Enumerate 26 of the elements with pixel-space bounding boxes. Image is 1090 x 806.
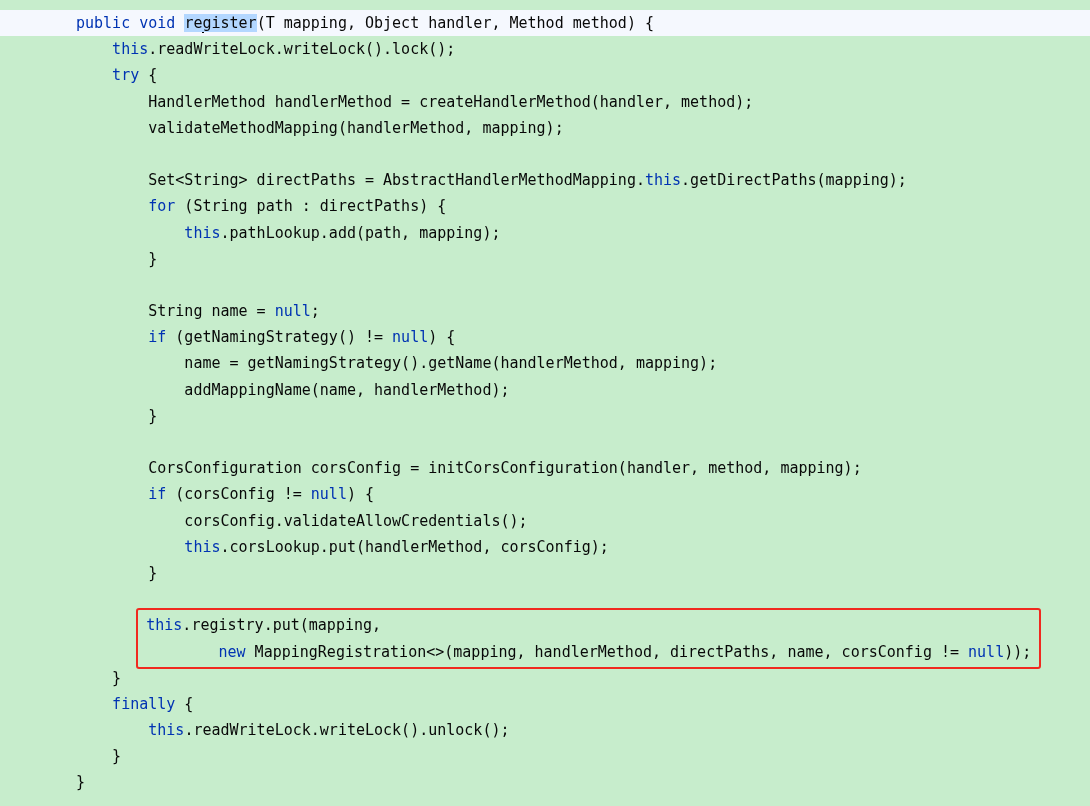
code-line: try { (111, 65, 158, 87)
code-line: for (String path : directPaths) { (147, 196, 447, 218)
code-line: if (getNamingStrategy() != null) { (147, 327, 456, 349)
code-line: finally { (111, 693, 194, 715)
code-line: CorsConfiguration corsConfig = initCorsConfiguration(handler, method, mapping); (147, 458, 862, 480)
code-line: } (147, 562, 158, 584)
code-line: this.readWriteLock.writeLock().lock(); (111, 39, 456, 61)
code-line: addMappingName(name, handlerMethod); (183, 379, 510, 401)
code-line: validateMethodMapping(handlerMethod, mapping); (147, 117, 564, 139)
code-line: this.corsLookup.put(handlerMethod, corsConfig); (183, 536, 609, 558)
code-line: public void register(T mapping, Object handler, Method method) { (76, 13, 654, 35)
code-line: } (111, 667, 122, 689)
code-line: name = getNamingStrategy().getName(handlerMethod, mapping); (183, 353, 718, 375)
code-line: if (corsConfig != null) { (147, 484, 375, 506)
code-line: this.readWriteLock.writeLock().unlock(); (147, 720, 510, 742)
code-line: this.pathLookup.add(path, mapping); (183, 222, 501, 244)
code-line: Set<String> directPaths = AbstractHandlerMethodMapping.this.getDirectPaths(mapping); (147, 170, 907, 192)
code-line: this.registry.put(mapping, (146, 615, 382, 637)
code-line: HandlerMethod handlerMethod = createHandlerMethod(handler, method); (147, 91, 754, 113)
code-line: } (76, 772, 86, 794)
code-line: String name = null; (147, 301, 320, 323)
code-line: } (147, 405, 158, 427)
code-line: } (147, 248, 158, 270)
code-line: new MappingRegistration<>(mapping, handlerMethod, directPaths, name, corsConfig != null)); (217, 641, 1032, 663)
code-line: corsConfig.validateAllowCredentials(); (183, 510, 528, 532)
code-line: } (111, 746, 122, 768)
